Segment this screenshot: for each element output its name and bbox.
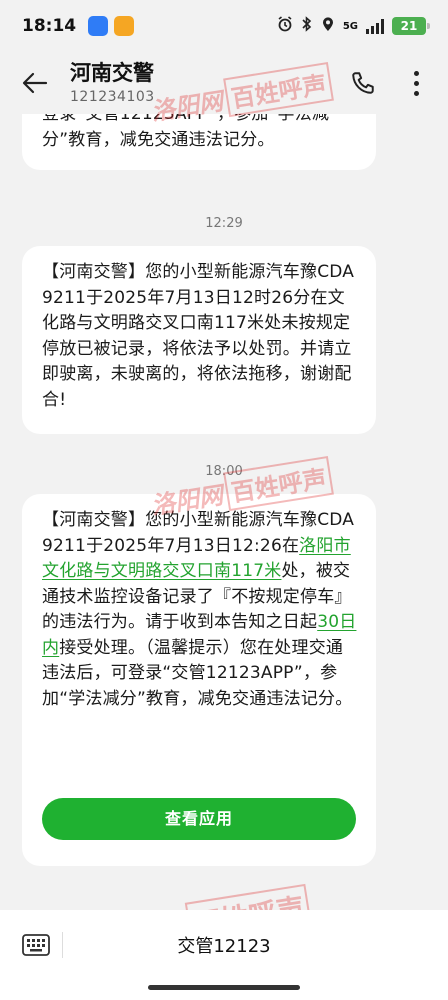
more-dot-icon bbox=[413, 70, 419, 76]
app-notification-icon-2 bbox=[114, 16, 135, 36]
message-bubble[interactable]: 登录“交管12123APP”，参加“学法减分”教育，减免交通违法记分。 bbox=[22, 114, 376, 170]
message-composer: 交管12123 bbox=[0, 910, 448, 1000]
contact-info: 河南交警 121234103 bbox=[70, 59, 155, 107]
signal-icon bbox=[366, 18, 384, 34]
quick-menu-item[interactable]: 交管12123 bbox=[0, 932, 448, 958]
home-indicator[interactable] bbox=[148, 985, 300, 990]
app-notification-icon bbox=[88, 16, 109, 36]
battery-level: 21 bbox=[400, 19, 418, 33]
message-bubble[interactable]: 【河南交警】您的小型新能源汽车豫CDA9211于2025年7月13日12:26在… bbox=[22, 494, 376, 866]
message-text: 【河南交警】您的小型新能源汽车豫CDA9211于2025年7月13日12时26分… bbox=[42, 262, 355, 410]
status-time: 18:14 bbox=[22, 16, 77, 36]
view-app-button[interactable]: 查看应用 bbox=[42, 798, 356, 840]
battery-icon: 21 bbox=[392, 17, 430, 35]
bluetooth-icon bbox=[301, 16, 313, 36]
phone-icon bbox=[352, 72, 374, 94]
message-timestamp: 18:00 bbox=[205, 464, 243, 479]
call-button[interactable] bbox=[346, 66, 380, 100]
more-options-button[interactable] bbox=[406, 66, 426, 100]
status-bar: 18:14 5G 21 bbox=[0, 0, 448, 52]
back-button[interactable] bbox=[0, 52, 70, 114]
message-thread[interactable]: 登录“交管12123APP”，参加“学法减分”教育，减免交通违法记分。 12:2… bbox=[0, 114, 448, 910]
message-bubble[interactable]: 【河南交警】您的小型新能源汽车豫CDA9211于2025年7月13日12时26分… bbox=[22, 246, 376, 434]
network-type: 5G bbox=[342, 20, 358, 32]
conversation-header: 河南交警 121234103 bbox=[0, 52, 448, 114]
message-text: 接受处理。（温馨提示）您在处理交通违法后，可登录“交管12123APP”，参加“… bbox=[42, 637, 353, 709]
contact-number: 121234103 bbox=[70, 89, 155, 105]
contact-name: 河南交警 bbox=[70, 61, 154, 85]
more-dot-icon bbox=[413, 80, 419, 86]
back-arrow-icon bbox=[22, 72, 48, 94]
message-timestamp: 12:29 bbox=[205, 216, 243, 231]
status-icons: 5G 21 bbox=[277, 16, 430, 36]
message-text: 登录“交管12123APP”，参加“学法减分”教育，减免交通违法记分。 bbox=[42, 114, 330, 150]
location-icon bbox=[321, 16, 335, 36]
alarm-icon bbox=[277, 16, 293, 36]
more-dot-icon bbox=[413, 90, 419, 96]
